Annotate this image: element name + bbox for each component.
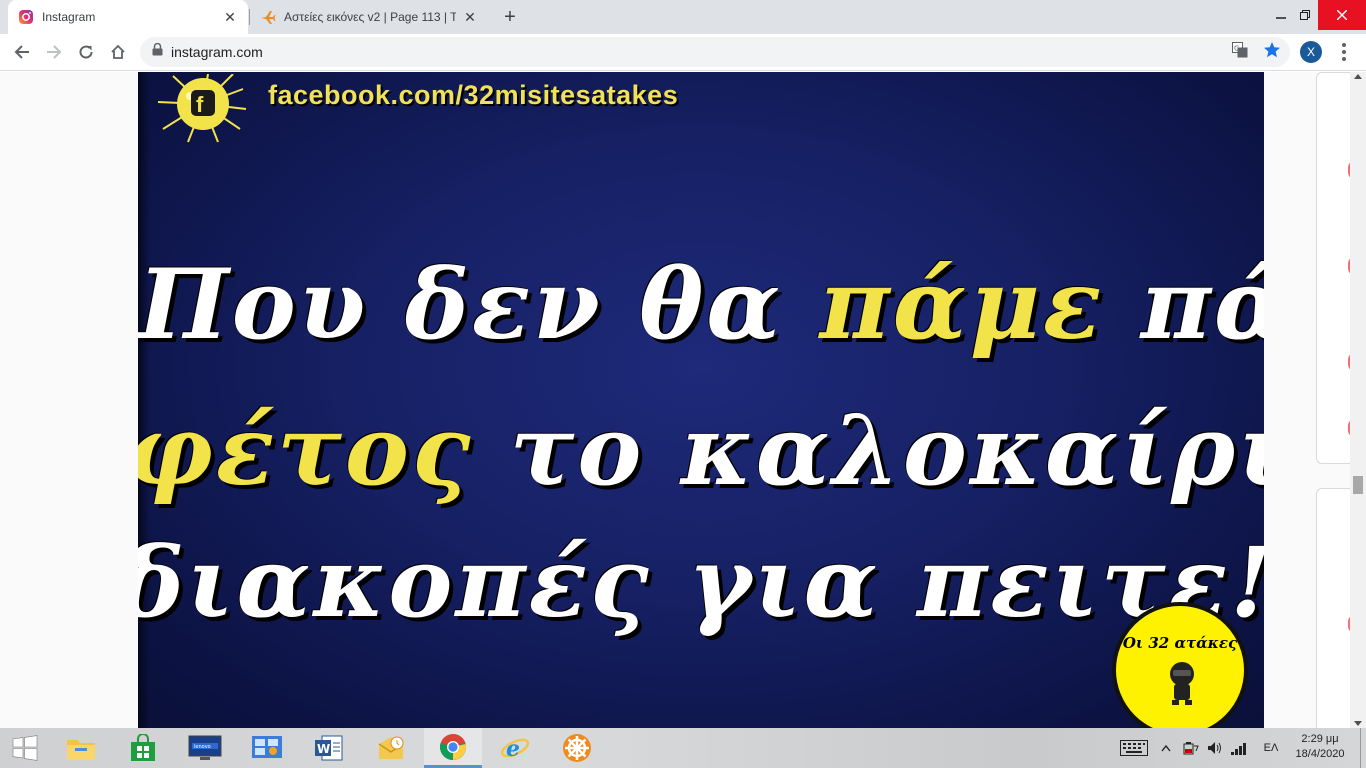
network-signal-icon[interactable] <box>1228 728 1250 768</box>
touch-keyboard-icon[interactable] <box>1118 728 1150 768</box>
internet-explorer-icon[interactable]: e <box>486 728 544 768</box>
store-icon[interactable] <box>114 728 172 768</box>
taskbar-clock[interactable]: 2:29 μμ 18/4/2020 <box>1290 732 1350 762</box>
show-desktop-button[interactable] <box>1360 728 1366 768</box>
svg-text:f: f <box>196 92 204 117</box>
outlook-icon[interactable] <box>362 728 420 768</box>
tab-close-icon[interactable]: ✕ <box>222 9 238 25</box>
file-explorer-icon[interactable] <box>52 728 110 768</box>
battery-icon[interactable] <box>1180 728 1202 768</box>
meme-highlight-pame: πάμε <box>819 248 1105 361</box>
profile-avatar[interactable]: X <box>1300 41 1322 63</box>
forward-arrow-icon[interactable] <box>40 38 68 66</box>
meme-highlight-fetos: φέτος <box>138 394 474 507</box>
tab-title: Instagram <box>42 10 96 24</box>
browser-toolbar: instagram.com G X <box>0 34 1366 71</box>
url-text: instagram.com <box>171 44 263 60</box>
bookmark-star-icon[interactable] <box>1260 38 1284 62</box>
svg-text:lenovo: lenovo <box>194 744 211 750</box>
meme-line-2b: το καλοκαίρι <box>473 394 1264 507</box>
home-icon[interactable] <box>104 38 132 66</box>
clock-time: 2:29 μμ <box>1301 733 1339 745</box>
back-arrow-icon[interactable] <box>8 38 36 66</box>
control-panel-icon[interactable] <box>238 728 296 768</box>
menu-kebab-icon[interactable] <box>1334 42 1354 62</box>
chrome-icon[interactable] <box>424 728 482 768</box>
tab-asteies-eikones[interactable]: Αστείες εικόνες v2 | Page 113 | Tr ✕ <box>250 0 488 34</box>
svg-text:W: W <box>317 742 330 756</box>
helm-app-icon[interactable] <box>548 728 606 768</box>
reload-icon[interactable] <box>72 38 100 66</box>
meme-line-3: διακοπές για πειτε!! <box>138 526 1264 639</box>
window-close-icon[interactable] <box>1318 0 1366 30</box>
meme-line-1: Που δεν θα πάμε πάλι <box>138 248 1264 361</box>
page-viewport: f facebook.com/32misitesatakes Που δεν θ… <box>0 72 1366 728</box>
airplane-icon <box>260 9 276 25</box>
vertical-scrollbar[interactable] <box>1350 72 1366 728</box>
svg-text:G: G <box>1234 45 1239 53</box>
sticker-label: Οι 32 ατάκες <box>1122 634 1238 652</box>
translate-icon[interactable]: G <box>1228 38 1252 62</box>
scroll-down-icon[interactable] <box>1354 721 1362 726</box>
svg-text:e: e <box>506 736 520 762</box>
post-image[interactable]: f facebook.com/32misitesatakes Που δεν θ… <box>138 72 1264 728</box>
tab-close-icon[interactable]: ✕ <box>462 9 478 25</box>
tab-instagram[interactable]: Instagram ✕ <box>8 0 248 34</box>
scroll-up-icon[interactable] <box>1354 74 1362 79</box>
volume-icon[interactable] <box>1204 728 1226 768</box>
windows-start-icon[interactable] <box>0 728 50 768</box>
instagram-icon <box>18 9 34 25</box>
meme-line-1b: πάλι <box>1140 248 1264 361</box>
tab-strip: Instagram ✕ Αστείες εικόνες v2 | Page 11… <box>0 0 1366 34</box>
lock-icon <box>152 42 163 61</box>
sticker-badge: Οι 32 ατάκες <box>1112 602 1248 728</box>
new-tab-button[interactable]: + <box>498 5 522 29</box>
input-language[interactable]: ΕΛ <box>1256 728 1286 768</box>
facebook-watermark: facebook.com/32misitesatakes <box>268 80 679 110</box>
restore-icon[interactable] <box>1292 0 1318 30</box>
tab-title: Αστείες εικόνες v2 | Page 113 | Tr <box>284 10 456 24</box>
meme-line-1a: Που δεν θα <box>138 248 820 361</box>
windows-taskbar: lenovo W e ΕΛ 2:29 μμ 18/4/2020 <box>0 728 1366 768</box>
lenovo-icon[interactable]: lenovo <box>176 728 234 768</box>
show-hidden-icons-chevron-icon[interactable] <box>1158 728 1174 768</box>
facebook-splash-icon: f <box>148 73 248 144</box>
clock-date: 18/4/2020 <box>1295 748 1345 760</box>
meme-line-2: φέτος το καλοκαίρι <box>138 394 1264 507</box>
word-icon[interactable]: W <box>300 728 358 768</box>
address-bar[interactable]: instagram.com <box>140 37 1290 67</box>
cartoon-figure-icon <box>1170 662 1194 705</box>
scrollbar-thumb[interactable] <box>1353 476 1363 494</box>
